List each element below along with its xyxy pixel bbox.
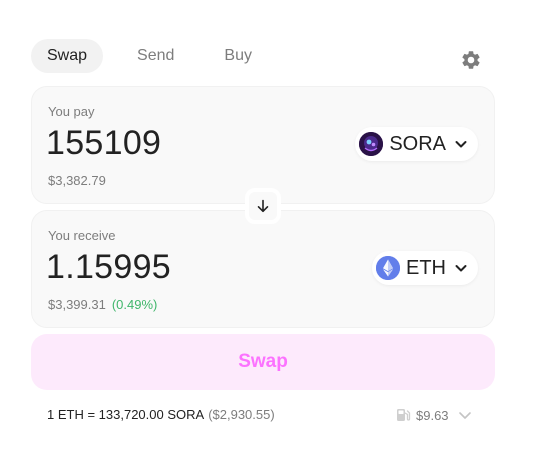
swap-tabs: Swap Send Buy bbox=[31, 39, 286, 73]
price-impact: (0.49%) bbox=[111, 297, 158, 312]
pay-amount-input[interactable]: 155109 bbox=[46, 124, 161, 163]
exchange-rate[interactable]: 1 ETH = 133,720.00 SORA ($2,930.55) bbox=[47, 407, 275, 422]
pay-usd-value: $3,382.79 bbox=[48, 173, 106, 188]
gas-fee-toggle[interactable]: $9.63 bbox=[395, 405, 478, 425]
sora-token-icon bbox=[359, 132, 384, 156]
receive-token-selector[interactable]: ETH bbox=[372, 251, 478, 285]
pay-token-selector[interactable]: SORA bbox=[355, 127, 478, 161]
chevron-down-icon bbox=[458, 412, 471, 419]
exchange-rate-text: 1 ETH = 133,720.00 SORA bbox=[47, 407, 205, 422]
chevron-down-icon bbox=[455, 141, 467, 148]
tab-send[interactable]: Send bbox=[121, 39, 190, 73]
gear-icon bbox=[462, 51, 480, 69]
eth-token-icon bbox=[376, 256, 400, 280]
receive-amount-input[interactable]: 1.15995 bbox=[46, 248, 171, 287]
receive-usd-row: $3,399.31 (0.49%) bbox=[48, 297, 157, 312]
settings-button[interactable] bbox=[460, 49, 482, 71]
receive-label: You receive bbox=[48, 228, 116, 243]
receive-token-symbol: ETH bbox=[406, 256, 446, 279]
pay-label: You pay bbox=[48, 104, 95, 119]
gas-fee-value: $9.63 bbox=[416, 407, 449, 423]
tab-buy[interactable]: Buy bbox=[208, 39, 268, 73]
switch-tokens-button[interactable] bbox=[245, 188, 281, 224]
tab-swap[interactable]: Swap bbox=[31, 39, 104, 73]
pay-panel: You pay 155109 $3,382.79 SORA bbox=[31, 86, 495, 204]
receive-usd-value: $3,399.31 bbox=[48, 297, 106, 312]
exchange-rate-usd: ($2,930.55) bbox=[208, 407, 275, 422]
chevron-down-icon bbox=[455, 265, 467, 272]
receive-panel: You receive 1.15995 $3,399.31 (0.49%) ETH bbox=[31, 210, 495, 328]
gas-pump-icon bbox=[397, 409, 411, 421]
pay-token-symbol: SORA bbox=[389, 132, 446, 155]
swap-button[interactable]: Swap bbox=[31, 334, 495, 390]
arrow-down-icon bbox=[257, 199, 269, 213]
